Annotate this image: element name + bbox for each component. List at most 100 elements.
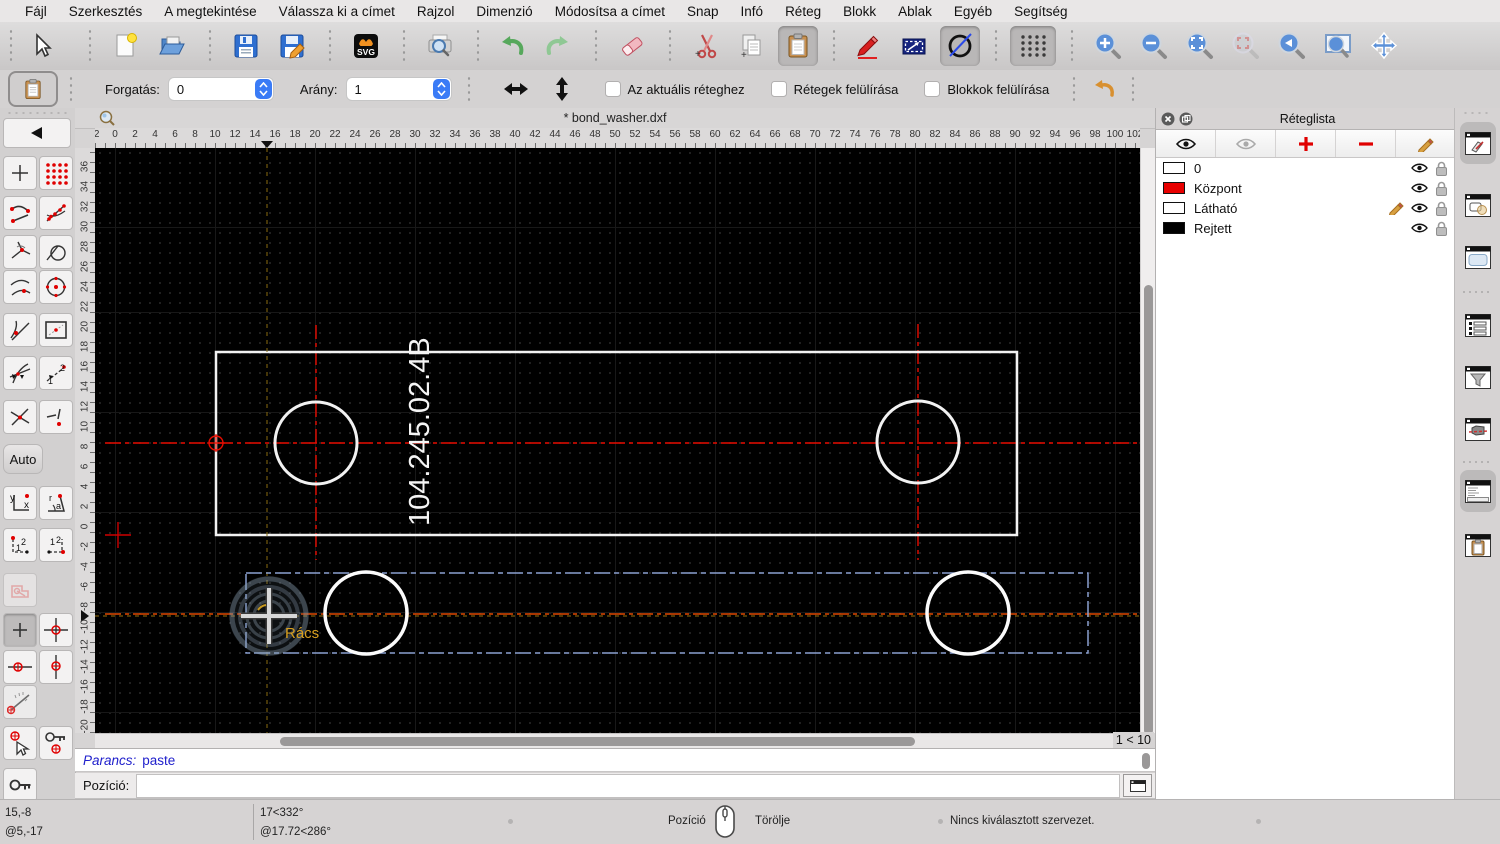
snap-intersection-auto-button[interactable] [3, 356, 37, 390]
layer-color-swatch[interactable] [1163, 222, 1185, 234]
layer-lock-icon[interactable] [1435, 221, 1448, 236]
command-line-toggle-button[interactable] [1460, 470, 1496, 512]
option-checkbox-2[interactable]: Rétegek felülírása [770, 81, 898, 97]
library-browser-toggle-button[interactable] [1460, 236, 1496, 278]
flip-vertical-button[interactable] [545, 74, 579, 104]
coordinate-cartesian-button[interactable]: yx [3, 486, 37, 520]
save-as-button[interactable] [272, 26, 312, 66]
stepper-icon[interactable] [432, 79, 450, 99]
cursor-tool-button[interactable] [22, 26, 62, 66]
menu-item-10[interactable]: Réteg [774, 4, 832, 19]
snap-distance-button[interactable]: 12 [39, 356, 73, 390]
add-layer-button[interactable] [1276, 130, 1336, 157]
menu-item-1[interactable]: Fájl [14, 4, 58, 19]
redo-button[interactable] [538, 26, 578, 66]
restrict-horizontal-button[interactable] [3, 650, 37, 684]
layer-visibility-eye-icon[interactable] [1411, 222, 1428, 234]
menu-item-4[interactable]: Válassza ki a címet [268, 4, 406, 19]
zoom-window-button[interactable] [1318, 26, 1358, 66]
layer-lock-icon[interactable] [1435, 201, 1448, 216]
layer-list-toggle-button[interactable] [1460, 122, 1496, 164]
layer-row-Központ[interactable]: Központ [1156, 178, 1455, 198]
snap-perpendicular-button[interactable] [3, 235, 37, 269]
back-button[interactable] [3, 118, 71, 148]
menu-item-12[interactable]: Ablak [887, 4, 943, 19]
menu-item-11[interactable]: Blokk [832, 4, 887, 19]
restrict-orthogonal-button[interactable] [3, 573, 37, 607]
vertical-scrollbar[interactable] [1140, 148, 1156, 735]
section-viewer-toggle-button[interactable] [1460, 408, 1496, 450]
menu-item-6[interactable]: Dimenzió [465, 4, 543, 19]
command-window-toggle-button[interactable] [1123, 774, 1152, 797]
relative-zero-key-button[interactable] [3, 768, 37, 802]
draw-pencil-button[interactable] [848, 26, 888, 66]
layer-visibility-eye-icon[interactable] [1411, 202, 1428, 214]
snap-intersection-manual-button[interactable] [39, 400, 73, 434]
scale-spinner[interactable]: 1 [345, 77, 452, 101]
snap-free-button[interactable] [3, 156, 37, 190]
property-editor-toggle-button[interactable] [1460, 304, 1496, 346]
svg-export-button[interactable]: SVG [346, 26, 386, 66]
pan-button[interactable] [1364, 26, 1404, 66]
menu-item-13[interactable]: Egyéb [943, 4, 1003, 19]
menu-item-5[interactable]: Rajzol [406, 4, 466, 19]
snap-entity-points-button[interactable] [39, 196, 73, 230]
clipboard-panel-toggle-button[interactable] [1460, 524, 1496, 566]
vertical-scrollbar-thumb[interactable] [1144, 285, 1153, 735]
restrict-none-button[interactable] [3, 613, 37, 647]
selection-rectangle-button[interactable] [894, 26, 934, 66]
isometric-undo-button[interactable] [1085, 73, 1121, 105]
command-history-scrollbar[interactable] [1142, 753, 1150, 769]
checkbox-box[interactable] [770, 81, 787, 97]
restrict-vertical-button[interactable] [39, 650, 73, 684]
eraser-button[interactable] [612, 26, 652, 66]
zoom-in-button[interactable] [1088, 26, 1128, 66]
panel-close-icon[interactable] [1161, 112, 1175, 126]
save-button[interactable] [226, 26, 266, 66]
layer-color-swatch[interactable] [1163, 182, 1185, 194]
layer-row-0[interactable]: 0 [1156, 158, 1455, 178]
zoom-out-button[interactable] [1134, 26, 1174, 66]
relative-cartesian-button[interactable]: 12 [3, 528, 37, 562]
paste-options-button[interactable] [8, 71, 58, 107]
undo-button[interactable] [492, 26, 532, 66]
snap-center-button[interactable] [39, 270, 73, 304]
layer-color-swatch[interactable] [1163, 202, 1185, 214]
snap-grid-button[interactable] [39, 156, 73, 190]
layer-row-Látható[interactable]: Látható [1156, 198, 1455, 218]
selection-filter-toggle-button[interactable] [1460, 356, 1496, 398]
menu-item-7[interactable]: Módosítsa a címet [544, 4, 676, 19]
coordinate-polar-button[interactable]: ra [39, 486, 73, 520]
auto-zoom-button[interactable] [1180, 26, 1220, 66]
layer-row-Rejtett[interactable]: Rejtett [1156, 218, 1455, 238]
command-history[interactable]: Parancs: paste [75, 748, 1155, 772]
snap-intersection-button[interactable] [3, 400, 37, 434]
layer-visibility-eye-icon[interactable] [1411, 162, 1428, 174]
horizontal-scrollbar[interactable] [95, 733, 1140, 749]
rotation-spinner[interactable]: 0 [167, 77, 274, 101]
hide-all-layers-button[interactable] [1216, 130, 1276, 157]
layer-lock-icon[interactable] [1435, 161, 1448, 176]
zoom-previous-button[interactable] [1272, 26, 1312, 66]
edit-layer-button[interactable] [1396, 130, 1455, 157]
remove-layer-button[interactable] [1336, 130, 1396, 157]
restrict-angle-button[interactable] [3, 685, 37, 719]
snap-reference-button[interactable] [39, 313, 73, 347]
lock-relative-zero-button[interactable] [39, 726, 73, 760]
restrict-both-button[interactable] [39, 613, 73, 647]
checkbox-box[interactable] [924, 81, 941, 97]
show-all-layers-button[interactable] [1156, 130, 1216, 157]
drawing-canvas[interactable]: 104.245.02.4B Rács [95, 148, 1140, 733]
layer-visibility-eye-icon[interactable] [1411, 182, 1428, 194]
option-checkbox-1[interactable]: Az aktuális réteghez [604, 81, 745, 97]
block-list-toggle-button[interactable] [1460, 184, 1496, 226]
layer-color-swatch[interactable] [1163, 162, 1185, 174]
menu-item-3[interactable]: A megtekintése [153, 4, 267, 19]
copy-button[interactable]: + [732, 26, 772, 66]
snap-nearest-button[interactable] [3, 270, 37, 304]
snap-tangent-button[interactable] [39, 235, 73, 269]
menu-item-2[interactable]: Szerkesztés [58, 4, 154, 19]
draft-circle-button[interactable] [940, 26, 980, 66]
layer-lock-icon[interactable] [1435, 181, 1448, 196]
flip-horizontal-button[interactable] [499, 74, 533, 104]
